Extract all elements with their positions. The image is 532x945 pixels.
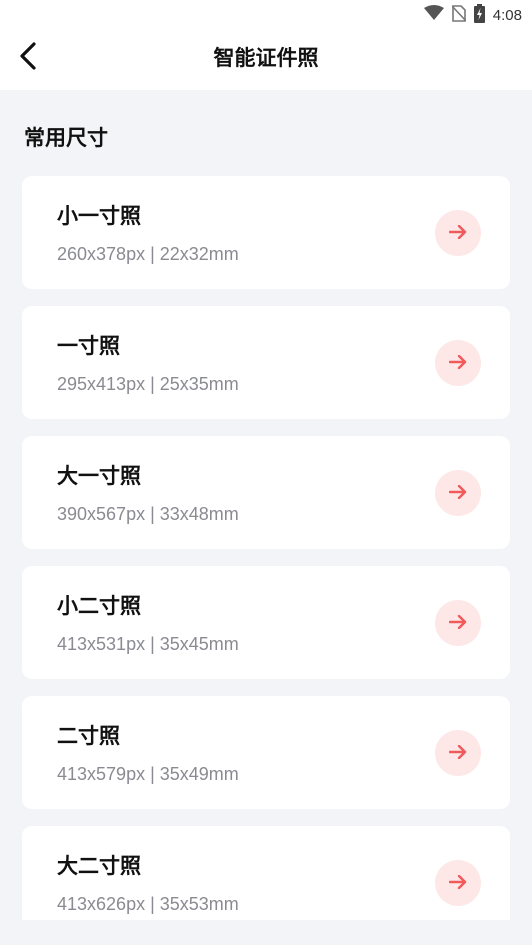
status-icons: 4:08 [423,3,522,27]
arrow-right-icon [448,354,467,373]
size-card[interactable]: 一寸照 295x413px | 25x35mm [22,306,510,419]
size-spec: 413x531px | 35x45mm [57,634,239,654]
go-button[interactable] [435,860,481,906]
size-card[interactable]: 小二寸照 413x531px | 35x45mm [22,566,510,679]
size-spec: 413x579px | 35x49mm [57,764,239,784]
size-name: 大二寸照 [57,854,141,878]
battery-charging-icon [473,3,485,27]
app-bar: 智能证件照 [0,30,532,90]
arrow-right-icon [448,224,467,243]
size-spec: 295x413px | 25x35mm [57,374,239,394]
size-spec: 260x378px | 22x32mm [57,244,239,264]
page-title: 智能证件照 [213,46,319,70]
size-card[interactable]: 二寸照 413x579px | 35x49mm [22,696,510,809]
size-name: 二寸照 [57,724,120,748]
size-card[interactable]: 大二寸照 413x626px | 35x53mm [22,826,510,920]
go-button[interactable] [435,470,481,516]
arrow-right-icon [448,744,467,763]
size-name: 大一寸照 [57,464,141,488]
size-name: 小二寸照 [57,594,141,618]
go-button[interactable] [435,340,481,386]
size-list: 小一寸照 260x378px | 22x32mm 一寸照 295x413px |… [22,176,510,920]
no-sim-icon [451,4,467,26]
size-name: 小一寸照 [57,204,141,228]
arrow-right-icon [448,614,467,633]
size-card[interactable]: 小一寸照 260x378px | 22x32mm [22,176,510,289]
go-button[interactable] [435,210,481,256]
section-title: 常用尺寸 [24,126,108,150]
size-spec: 413x626px | 35x53mm [57,894,239,914]
size-spec: 390x567px | 33x48mm [57,504,239,524]
go-button[interactable] [435,600,481,646]
status-bar: 4:08 [0,0,532,30]
wifi-icon [423,5,444,25]
arrow-right-icon [448,484,467,503]
size-card[interactable]: 大一寸照 390x567px | 33x48mm [22,436,510,549]
arrow-right-icon [448,874,467,893]
go-button[interactable] [435,730,481,776]
status-time: 4:08 [492,6,522,24]
size-name: 一寸照 [57,334,120,358]
